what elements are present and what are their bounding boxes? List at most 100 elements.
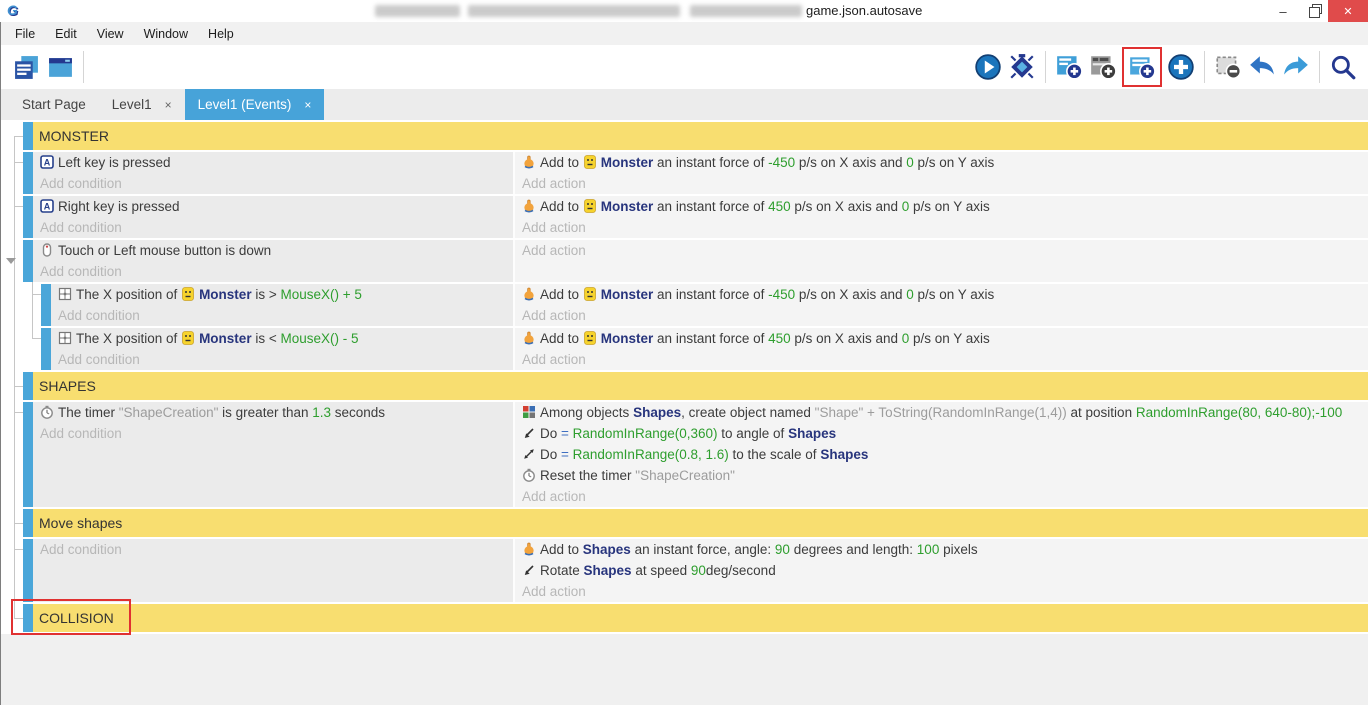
monster-group-header[interactable]: MONSTER <box>33 122 1368 150</box>
add-standard-event-button[interactable] <box>1125 50 1159 84</box>
action-line[interactable]: Add to Shapes an instant force, angle: 9… <box>515 539 1368 560</box>
menu-help[interactable]: Help <box>198 27 244 41</box>
condition-line[interactable]: The timer "ShapeCreation" is greater tha… <box>33 402 513 423</box>
event-row: A Right key is pressed Add conditionAdd to… <box>1 196 1368 238</box>
condition-line[interactable]: ALeft key is pressed <box>33 152 513 173</box>
menu-file[interactable]: File <box>5 27 45 41</box>
condition-line[interactable]: The X position of Monster is < MouseX() … <box>51 328 513 349</box>
tree-rail <box>1 402 23 507</box>
actions-cell: Add to Shapes an instant force, angle: 9… <box>513 539 1368 602</box>
tab-level1-events[interactable]: Level1 (Events) × <box>185 89 325 120</box>
add-action-button[interactable]: Add action <box>515 217 1368 238</box>
add-condition-button[interactable]: Add condition <box>51 305 513 326</box>
redo-button[interactable] <box>1279 50 1313 84</box>
action-line[interactable]: Reset the timer "ShapeCreation" <box>515 465 1368 486</box>
shapes-group-header[interactable]: SHAPES <box>33 372 1368 400</box>
tree-rail <box>1 152 23 194</box>
text-segment: pixels <box>939 542 977 557</box>
move-shapes-group-header[interactable]: Move shapes <box>33 509 1368 537</box>
tab-close-icon[interactable]: × <box>304 98 311 112</box>
menu-edit[interactable]: Edit <box>45 27 87 41</box>
group-title: MONSTER <box>39 128 109 144</box>
text-segment: -450 <box>768 155 795 170</box>
text-segment: , create object named <box>681 405 815 420</box>
search-button[interactable] <box>1326 50 1360 84</box>
tab-close-icon[interactable]: × <box>165 98 172 112</box>
start-page-button[interactable] <box>43 50 77 84</box>
text-segment: Shapes <box>633 405 681 420</box>
text-segment: 450 <box>768 331 791 346</box>
condition-line[interactable]: Touch or Left mouse button is down <box>33 240 513 261</box>
actions-cell: Among objects Shapes, create object name… <box>513 402 1368 507</box>
add-condition-button[interactable]: Add condition <box>51 349 513 370</box>
add-condition-button[interactable]: Add condition <box>33 539 513 560</box>
add-comment-button[interactable] <box>1086 50 1120 84</box>
menu-view[interactable]: View <box>87 27 134 41</box>
search-icon <box>1329 53 1357 81</box>
debug-button[interactable] <box>1005 50 1039 84</box>
action-line[interactable]: Add to Monster an instant force of 450 p… <box>515 328 1368 349</box>
restore-button[interactable] <box>1298 0 1328 22</box>
add-action-button[interactable]: Add action <box>515 349 1368 370</box>
condition-line[interactable]: The X position of Monster is > MouseX() … <box>51 284 513 305</box>
action-line[interactable]: Add to Monster an instant force of -450 … <box>515 152 1368 173</box>
action-line[interactable]: Among objects Shapes, create object name… <box>515 402 1368 423</box>
menu-window[interactable]: Window <box>134 27 198 41</box>
event-color-bar <box>23 152 33 194</box>
action-line[interactable]: Rotate Shapes at speed 90deg/second <box>515 560 1368 581</box>
group-title: SHAPES <box>39 378 96 394</box>
add-condition-button[interactable]: Add condition <box>33 261 513 282</box>
add-action-button[interactable]: Add action <box>515 240 1368 261</box>
collision-group-header[interactable]: COLLISION <box>33 604 1368 632</box>
text-segment: = <box>561 447 573 462</box>
text-segment: is <box>252 287 269 302</box>
action-line[interactable]: Add to Monster an instant force of 450 p… <box>515 196 1368 217</box>
monster-icon <box>583 331 601 346</box>
add-condition-button[interactable]: Add condition <box>33 173 513 194</box>
text-segment: MouseX() - 5 <box>280 331 358 346</box>
action-line[interactable]: Do = RandomInRange(0.8, 1.6) to the scal… <box>515 444 1368 465</box>
project-manager-button[interactable] <box>9 50 43 84</box>
tab-level1[interactable]: Level1 × <box>99 89 185 120</box>
empty-area <box>1 634 1368 705</box>
text-segment: an instant force of <box>653 155 768 170</box>
close-button[interactable]: ✕ <box>1328 0 1368 22</box>
text-segment: Monster <box>601 155 654 170</box>
add-action-button[interactable]: Add action <box>515 305 1368 326</box>
text-segment: = <box>561 426 573 441</box>
group-color-bar <box>23 122 33 150</box>
text-segment: Monster <box>601 287 654 302</box>
event-color-bar <box>41 328 51 370</box>
text-segment: Right key is pressed <box>58 199 180 214</box>
toolbar-separator <box>83 51 84 83</box>
add-action-button[interactable]: Add action <box>515 486 1368 507</box>
choose-and-add-event-button[interactable] <box>1164 50 1198 84</box>
minimize-button[interactable]: – <box>1268 0 1298 22</box>
add-action-button[interactable]: Add action <box>515 581 1368 602</box>
tab-label: Level1 <box>112 97 152 112</box>
svg-text:A: A <box>44 202 51 212</box>
text-segment: "ShapeCreation" <box>635 468 735 483</box>
condition-line[interactable]: A Right key is pressed <box>33 196 513 217</box>
event-color-bar <box>23 240 33 282</box>
text-segment: p/s on X axis and <box>791 331 902 346</box>
action-line[interactable]: Add to Monster an instant force of -450 … <box>515 284 1368 305</box>
undo-button[interactable] <box>1245 50 1279 84</box>
text-segment: Add to <box>540 542 583 557</box>
add-event-button[interactable] <box>1052 50 1086 84</box>
group-title: Move shapes <box>39 515 122 531</box>
text-segment: to angle of <box>718 426 789 441</box>
monster-icon <box>583 199 601 214</box>
bug-icon <box>1008 53 1036 81</box>
add-condition-button[interactable]: Add condition <box>33 423 513 444</box>
action-line[interactable]: Do = RandomInRange(0,360) to angle of Sh… <box>515 423 1368 444</box>
text-segment: 1.3 <box>312 405 331 420</box>
event-color-bar <box>23 402 33 507</box>
restore-icon <box>1309 7 1318 16</box>
tab-start-page[interactable]: Start Page <box>9 89 99 120</box>
add-action-button[interactable]: Add action <box>515 173 1368 194</box>
add-condition-button[interactable]: Add condition <box>33 217 513 238</box>
preview-button[interactable] <box>971 50 1005 84</box>
delete-event-button[interactable] <box>1211 50 1245 84</box>
title-bar: G game.json.autosave – ✕ <box>0 0 1368 22</box>
